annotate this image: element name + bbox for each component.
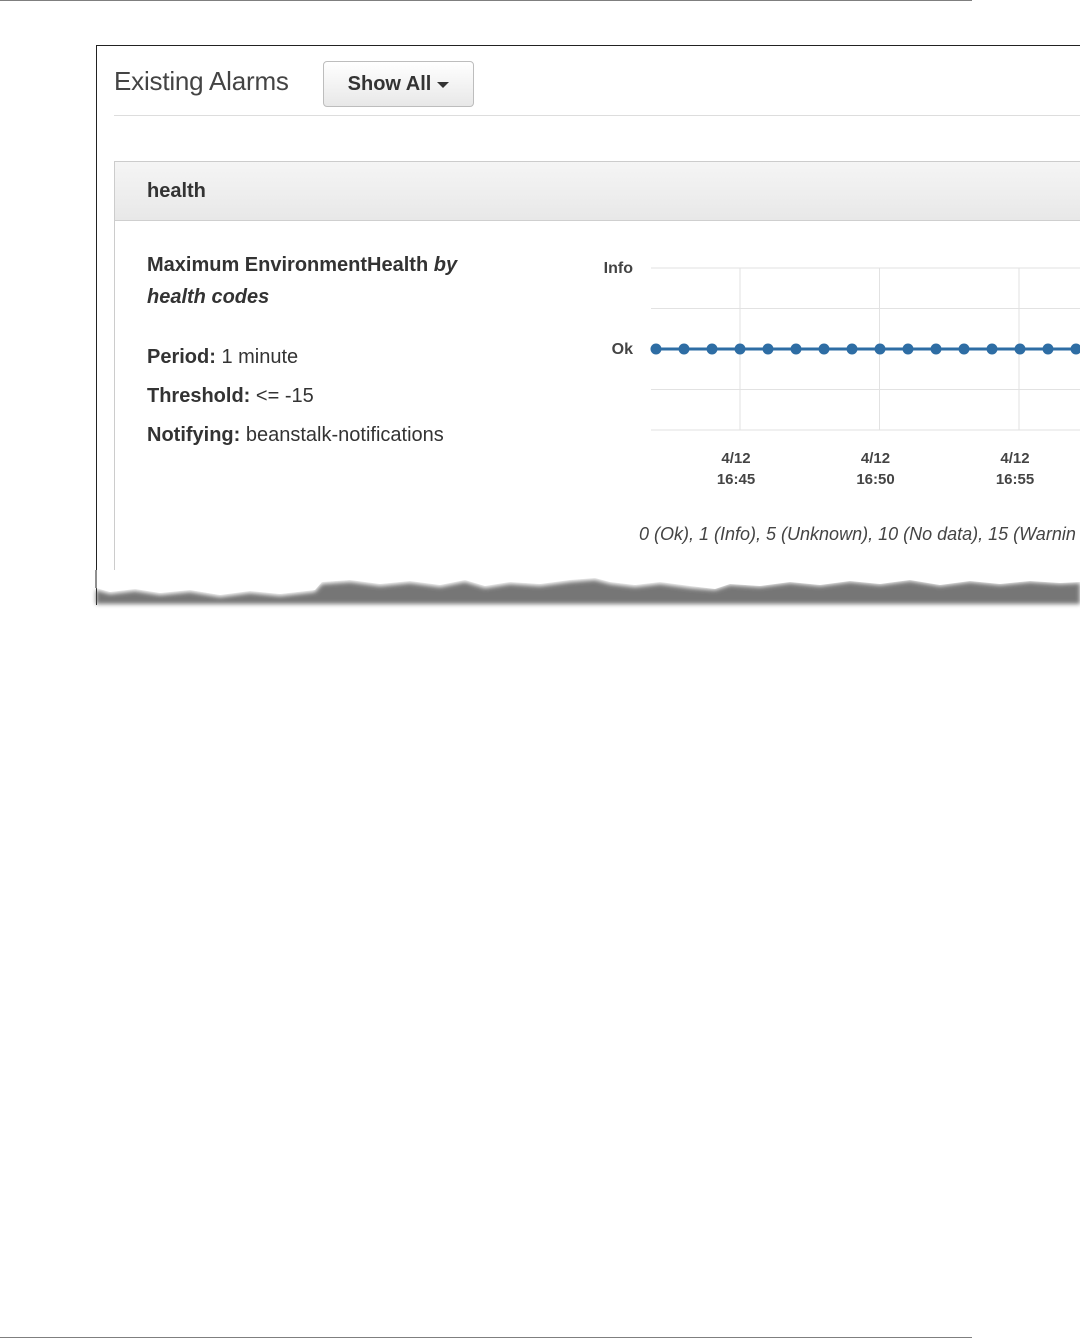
data-point: [1014, 343, 1026, 355]
x-tick-date: 4/12: [721, 450, 750, 467]
data-point: [650, 343, 662, 355]
health-chart[interactable]: Info Ok 4/12 16:45 4/12 16:50 4/12 16:55: [585, 252, 1080, 512]
header-divider: [114, 115, 1080, 116]
metric-name: Maximum EnvironmentHealth: [147, 254, 429, 276]
y-tick-label: Ok: [612, 341, 633, 358]
x-tick-time: 16:50: [856, 471, 894, 488]
alarm-panel-header[interactable]: health: [115, 162, 1080, 221]
detail-value: beanstalk-notifications: [245, 424, 444, 446]
data-point: [678, 343, 690, 355]
x-tick-date: 4/12: [861, 450, 890, 467]
health-code-legend: 0 (Ok), 1 (Info), 5 (Unknown), 10 (No da…: [639, 524, 1076, 544]
data-point: [818, 343, 830, 355]
y-tick-label: Info: [604, 260, 634, 277]
detail-label: Period:: [147, 346, 216, 368]
page-top-rule: [0, 0, 972, 1]
data-point: [902, 343, 914, 355]
detail-label: Notifying:: [147, 424, 241, 446]
alarm-name: health: [147, 180, 206, 202]
data-point: [958, 343, 970, 355]
data-point: [1070, 343, 1080, 355]
data-point: [930, 343, 942, 355]
caret-down-icon: [437, 82, 450, 88]
x-tick-time: 16:55: [996, 471, 1034, 488]
detail-notifying: Notifying: beanstalk-notifications: [147, 424, 444, 447]
detail-value: 1 minute: [221, 346, 299, 368]
data-point: [986, 343, 998, 355]
x-tick-time: 16:45: [717, 471, 755, 488]
data-point: [734, 343, 746, 355]
show-all-label: Show All: [347, 72, 432, 95]
data-point: [846, 343, 858, 355]
torn-edge: [95, 570, 1080, 604]
show-all-dropdown-button[interactable]: Show All: [323, 61, 474, 107]
page: Existing Alarms Show All health Maximum …: [0, 0, 1080, 1339]
alarms-screenshot: Existing Alarms Show All health Maximum …: [96, 45, 1080, 605]
metric-title: Maximum EnvironmentHealth by health code…: [147, 249, 507, 313]
detail-period: Period: 1 minute: [147, 346, 298, 369]
data-point: [706, 343, 718, 355]
detail-label: Threshold:: [147, 385, 251, 407]
data-point: [762, 343, 774, 355]
detail-value: <= -15: [255, 385, 314, 407]
data-point: [790, 343, 802, 355]
data-point: [1042, 343, 1054, 355]
x-tick-date: 4/12: [1000, 450, 1029, 467]
data-point: [874, 343, 886, 355]
page-title: Existing Alarms: [114, 66, 289, 96]
detail-threshold: Threshold: <= -15: [147, 385, 314, 408]
page-bottom-rule: [0, 1337, 972, 1338]
alarm-panel: health Maximum EnvironmentHealth by heal…: [114, 161, 1080, 571]
